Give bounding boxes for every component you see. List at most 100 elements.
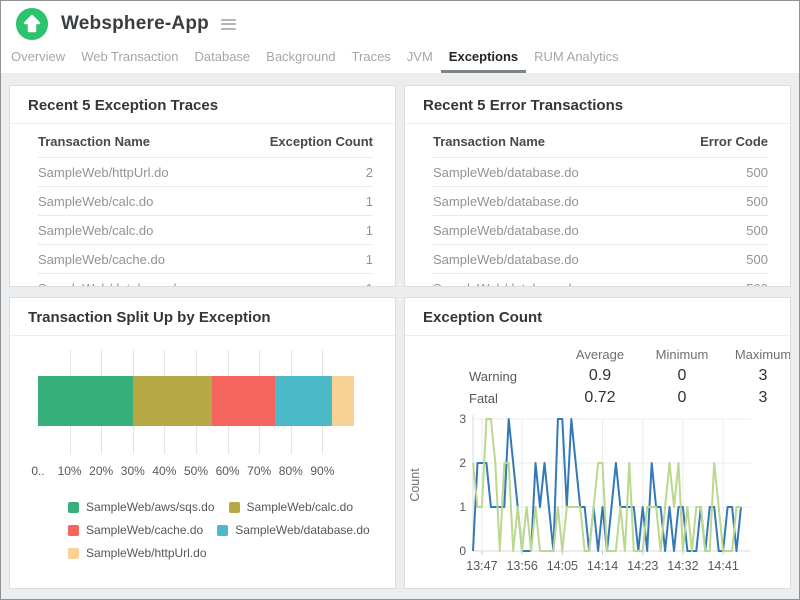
stacked-bar-plot — [38, 350, 354, 454]
x-tick-label: 80% — [279, 464, 303, 478]
panel-recent-exception-traces: Recent 5 Exception Traces Transaction Na… — [9, 85, 396, 287]
tab-traces[interactable]: Traces — [344, 47, 399, 73]
x-tick-label: 30% — [121, 464, 145, 478]
x-tick-label: 14:05 — [547, 559, 578, 573]
bar-segment-sampleweb-calc-do[interactable] — [133, 376, 212, 426]
column-header: Transaction Name — [38, 134, 150, 149]
stats-value: 0.9 — [556, 365, 644, 387]
legend-swatch — [217, 525, 228, 536]
table-row[interactable]: SampleWeb/database.do 500 — [433, 274, 768, 287]
y-tick-label: 1 — [459, 500, 466, 514]
table-row[interactable]: SampleWeb/database.do500 — [433, 245, 768, 274]
exception-count-stats-table: AverageMinimumMaximum Warning0.903 Fatal0.… — [469, 342, 791, 409]
row-value: 500 — [746, 165, 768, 180]
x-tick-label: 90% — [310, 464, 334, 478]
stats-row-label: Warning — [469, 366, 556, 387]
bar-segment-sampleweb-cache-do[interactable] — [212, 376, 275, 426]
row-value: 2 — [366, 165, 373, 180]
table-row[interactable]: SampleWeb/database.do1 — [38, 274, 373, 287]
exception-count-line-chart: 13:4713:5614:0514:1414:2314:3214:410123C… — [405, 411, 791, 583]
series-line-fatal — [473, 419, 741, 551]
stats-value: 0.72 — [556, 387, 644, 409]
legend-item-warning[interactable]: Warning — [534, 588, 598, 589]
legend-label: SampleWeb/httpUrl.do — [86, 546, 207, 560]
legend-item-fatal[interactable]: Fatal — [616, 588, 662, 589]
legend-swatch — [229, 502, 240, 513]
x-tick-label: 50% — [184, 464, 208, 478]
row-value: 500 — [746, 223, 768, 238]
panel-exception-count: Exception Count AverageMinimumMaximumWar… — [404, 297, 791, 589]
row-transaction-name: SampleWeb/database.do — [433, 281, 579, 288]
table-row[interactable]: SampleWeb/database.do 500 — [433, 216, 768, 245]
x-tick-label: 70% — [247, 464, 271, 478]
stats-corner-cell — [469, 350, 556, 358]
row-value: 500 — [746, 281, 768, 288]
x-tick-label: 14:23 — [627, 559, 658, 573]
panel-transaction-split: Transaction Split Up by Exception 0..10%… — [9, 297, 396, 589]
table-row[interactable]: SampleWeb/calc.do1 — [38, 187, 373, 216]
table-header-row: Transaction NameError Code — [433, 126, 768, 158]
table-row[interactable]: SampleWeb/httpUrl.do2 — [38, 158, 373, 187]
legend-swatch — [68, 502, 79, 513]
row-value: 1 — [366, 252, 373, 267]
legend-item-sampleweb-cache-do[interactable]: SampleWeb/cache.do — [68, 523, 203, 537]
legend-swatch — [68, 525, 79, 536]
row-transaction-name: SampleWeb/calc.do — [38, 223, 153, 238]
row-transaction-name: SampleWeb/database.do — [433, 223, 579, 238]
legend-item-sampleweb-httpurl-do[interactable]: SampleWeb/httpUrl.do — [68, 546, 207, 560]
bar-segment-sampleweb-httpurl-do[interactable] — [332, 376, 354, 426]
stats-column-header: Minimum — [644, 342, 720, 365]
x-tick-label: 10% — [58, 464, 82, 478]
app-header: Websphere-App — [1, 1, 799, 47]
tab-overview[interactable]: Overview — [3, 47, 73, 73]
app-status-icon — [15, 7, 49, 41]
bar-segment-sampleweb-aws-sqs-do[interactable] — [38, 376, 133, 426]
legend-label: Fatal — [634, 588, 662, 589]
x-tick-label: 13:56 — [506, 559, 537, 573]
stats-column-header: Maximum — [720, 342, 791, 365]
x-tick-label: 13:47 — [466, 559, 497, 573]
table-row[interactable]: SampleWeb/database.do500 — [433, 187, 768, 216]
tab-web-transaction[interactable]: Web Transaction — [73, 47, 186, 73]
table-row[interactable]: SampleWeb/calc.do 1 — [38, 216, 373, 245]
tab-database[interactable]: Database — [187, 47, 259, 73]
panel-title: Recent 5 Error Transactions — [405, 86, 790, 124]
table-header-row: Transaction NameException Count — [38, 126, 373, 158]
line-chart-legend: Warning Fatal — [405, 588, 790, 589]
row-value: 500 — [746, 252, 768, 267]
legend-label: SampleWeb/database.do — [235, 523, 370, 537]
row-value: 500 — [746, 194, 768, 209]
panel-title: Recent 5 Exception Traces — [10, 86, 395, 124]
x-tick-label: 20% — [89, 464, 113, 478]
stats-column-header: Average — [556, 342, 644, 365]
table-row[interactable]: SampleWeb/database.do 500 — [433, 158, 768, 187]
y-axis-title: Count — [408, 468, 422, 502]
legend-item-sampleweb-database-do[interactable]: SampleWeb/database.do — [217, 523, 370, 537]
line-chart-container: 13:4713:5614:0514:1414:2314:3214:410123C… — [405, 411, 790, 588]
stats-value: 0 — [644, 387, 720, 409]
page-title: Websphere-App — [61, 13, 209, 35]
tab-jvm[interactable]: JVM — [399, 47, 441, 73]
menu-icon[interactable] — [221, 19, 236, 30]
table-row[interactable]: SampleWeb/cache.do1 — [38, 245, 373, 274]
row-value: 1 — [366, 223, 373, 238]
tab-background[interactable]: Background — [258, 47, 343, 73]
x-tick-label: 40% — [152, 464, 176, 478]
exception-traces-table: Transaction NameException CountSampleWeb… — [38, 126, 373, 287]
stats-value: 3 — [720, 365, 791, 387]
y-tick-label: 0 — [459, 544, 466, 558]
legend-label: SampleWeb/aws/sqs.do — [86, 500, 215, 514]
row-value: 1 — [366, 281, 373, 288]
legend-item-sampleweb-calc-do[interactable]: SampleWeb/calc.do — [229, 500, 354, 514]
legend-label: Warning — [552, 588, 598, 589]
bar-segment-sampleweb-database-do[interactable] — [275, 376, 332, 426]
stats-row-label: Fatal — [469, 388, 556, 409]
x-tick-label: 14:41 — [707, 559, 738, 573]
stats-value: 3 — [720, 387, 791, 409]
x-tick-label: 14:14 — [587, 559, 618, 573]
tab-exceptions[interactable]: Exceptions — [441, 47, 526, 73]
tab-rum-analytics[interactable]: RUM Analytics — [526, 47, 627, 73]
legend-item-sampleweb-aws-sqs-do[interactable]: SampleWeb/aws/sqs.do — [68, 500, 215, 514]
row-value: 1 — [366, 194, 373, 209]
row-transaction-name: SampleWeb/database.do — [433, 165, 579, 180]
